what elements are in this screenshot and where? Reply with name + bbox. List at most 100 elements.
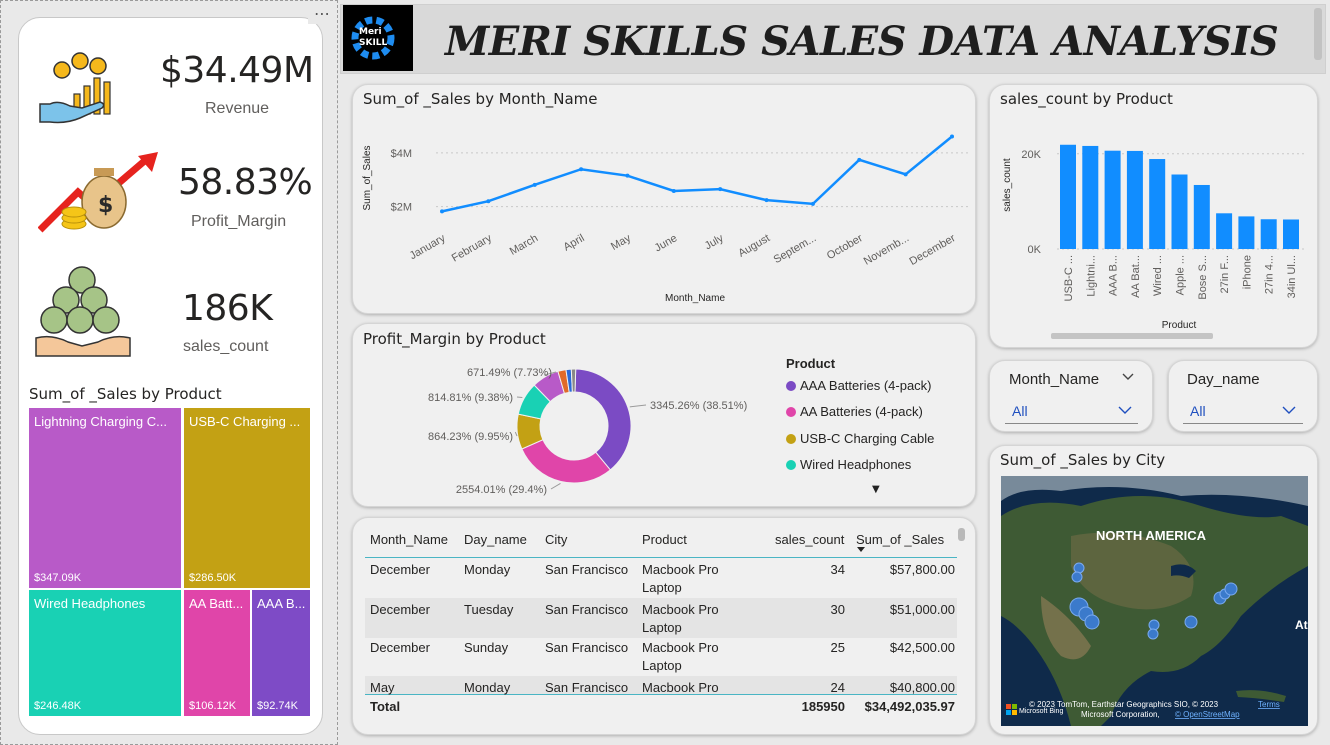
treemap-tile-usbc[interactable]: USB-C Charging ... $286.50K xyxy=(184,408,310,588)
bar-chart-x-tick: Lightni... xyxy=(1085,255,1097,297)
bar-chart-bar[interactable] xyxy=(1060,144,1076,249)
map-terms-link[interactable]: Terms xyxy=(1258,700,1280,709)
table-header-divider xyxy=(365,557,957,558)
total-sum-sales: $34,492,035.97 xyxy=(864,699,955,714)
bar-chart-scrollbar[interactable] xyxy=(1051,333,1213,339)
bar-chart-bar[interactable] xyxy=(1260,219,1277,249)
legend-item-aa[interactable]: AA Batteries (4-pack) xyxy=(786,404,923,419)
treemap-tile-wired[interactable]: Wired Headphones $246.48K xyxy=(29,590,181,716)
chevron-down-icon[interactable] xyxy=(1121,372,1135,382)
bar-chart-bar[interactable] xyxy=(1149,159,1166,249)
donut-slice[interactable] xyxy=(521,439,612,484)
line-chart[interactable]: Sum_of_Sales Month_Name $4M $2M January Feb… xyxy=(352,110,976,310)
bar-chart-y-tick: 0K xyxy=(1028,244,1042,256)
profit-margin-label: Profit_Margin xyxy=(191,213,287,230)
bar-chart-x-tick: 27in F... xyxy=(1219,255,1231,294)
line-chart-y-title: Sum_of_Sales xyxy=(362,145,373,210)
treemap-tile-aa[interactable]: AA Batt... $106.12K xyxy=(184,590,250,716)
line-chart-point[interactable] xyxy=(764,198,769,203)
sales-count-value: 186K xyxy=(182,288,273,329)
svg-text:$: $ xyxy=(98,193,113,218)
legend-item-usbc[interactable]: USB-C Charging Cable xyxy=(786,431,934,446)
line-chart-point[interactable] xyxy=(718,187,723,192)
column-header-month[interactable]: Month_Name xyxy=(370,532,448,547)
table-scrollbar[interactable] xyxy=(958,528,965,541)
line-chart-x-tick: December xyxy=(908,232,958,268)
header-scrollbar[interactable] xyxy=(1314,8,1322,60)
line-chart-x-title: Month_Name xyxy=(665,293,725,304)
donut-slice[interactable] xyxy=(570,368,577,393)
line-chart-point[interactable] xyxy=(903,172,908,177)
city-sales-map[interactable]: NORTH AMERICA At Microsoft Bing © 2023 T… xyxy=(1001,476,1308,726)
column-header-day[interactable]: Day_name xyxy=(464,532,527,547)
bar-chart-x-tick: 27in 4... xyxy=(1264,255,1276,294)
line-chart-point[interactable] xyxy=(950,134,954,139)
cell-sum-sales: $42,500.00 xyxy=(889,640,955,655)
legend-item-wired[interactable]: Wired Headphones xyxy=(786,457,911,472)
chevron-down-icon[interactable] xyxy=(1281,405,1297,415)
column-header-sum-sales[interactable]: Sum_of _Sales xyxy=(856,532,944,547)
bar-chart-y-tick: 20K xyxy=(1021,149,1041,161)
cell-product: Macbook Pro xyxy=(642,680,719,695)
sort-descending-icon[interactable] xyxy=(857,547,865,553)
cell-month: December xyxy=(370,602,430,617)
legend-scroll-down-icon[interactable]: ▼ xyxy=(872,484,880,495)
month-slicer-label: Month_Name xyxy=(1009,371,1100,388)
line-chart-point[interactable] xyxy=(486,199,491,204)
bar-chart-bar[interactable] xyxy=(1171,174,1188,249)
line-chart-point[interactable] xyxy=(625,173,630,178)
map-osm-link[interactable]: © OpenStreetMap xyxy=(1175,710,1240,719)
column-header-city[interactable]: City xyxy=(545,532,567,547)
bar-chart-x-title: Product xyxy=(1162,320,1197,331)
line-chart-point[interactable] xyxy=(810,201,815,206)
cell-product-line2: Laptop xyxy=(642,658,682,673)
line-chart-point[interactable] xyxy=(579,167,584,172)
column-header-product[interactable]: Product xyxy=(642,532,687,547)
map-edge-label: At xyxy=(1295,618,1308,632)
tile-label: USB-C Charging ... xyxy=(189,414,301,429)
line-chart-point[interactable] xyxy=(532,182,537,187)
bar-chart-bar[interactable] xyxy=(1283,219,1299,249)
legend-label: Wired Headphones xyxy=(800,457,912,472)
chevron-down-icon[interactable] xyxy=(1117,405,1133,415)
tile-value: $347.09K xyxy=(34,572,82,584)
cell-month: December xyxy=(370,562,430,577)
line-chart-point[interactable] xyxy=(671,188,676,193)
donut-data-label: 671.49% (7.73%) xyxy=(467,367,552,379)
treemap-title: Sum_of _Sales by Product xyxy=(29,385,222,403)
cell-month: December xyxy=(370,640,430,655)
tile-value: $92.74K xyxy=(257,700,298,712)
logo-text-line1: Meri xyxy=(359,27,382,37)
bar-chart-x-tick: AA Bat... xyxy=(1130,255,1142,298)
money-bag-arrow-icon: $ xyxy=(38,152,158,233)
day-slicer-label: Day_name xyxy=(1187,371,1260,388)
donut-chart[interactable]: 3345.26% (38.51%) 2554.01% (29.4%) 864.23%… xyxy=(352,323,772,507)
bar-chart-x-tick: Wired ... xyxy=(1152,255,1164,296)
column-header-sales-count[interactable]: sales_count xyxy=(775,532,844,547)
profit-margin-value: 58.83% xyxy=(178,162,313,203)
treemap-tile-aaa[interactable]: AAA B... $92.74K xyxy=(252,590,310,716)
line-chart-x-tick: February xyxy=(450,232,495,265)
treemap-tile-lightning[interactable]: Lightning Charging C... $347.09K xyxy=(29,408,181,588)
bar-chart-bar[interactable] xyxy=(1193,184,1210,249)
bar-chart-bar[interactable] xyxy=(1082,145,1099,249)
donut-slice[interactable] xyxy=(574,368,632,471)
bar-chart-x-tick: 34in Ul... xyxy=(1286,255,1298,298)
donut-leader-line xyxy=(629,404,647,408)
bar-chart-bar[interactable] xyxy=(1126,150,1143,249)
cell-city: San Francisco xyxy=(545,680,629,695)
legend-dot xyxy=(786,407,796,417)
line-chart-series[interactable] xyxy=(441,135,953,213)
cell-sum-sales: $51,000.00 xyxy=(889,602,955,617)
legend-item-aaa[interactable]: AAA Batteries (4-pack) xyxy=(786,378,932,393)
bar-chart-x-tick: iPhone xyxy=(1241,255,1253,289)
bar-chart-bar[interactable] xyxy=(1216,213,1233,249)
donut-data-label: 3345.26% (38.51%) xyxy=(650,400,747,412)
bar-chart-bar[interactable] xyxy=(1104,150,1121,249)
line-chart-point[interactable] xyxy=(857,157,862,162)
bar-chart[interactable]: sales_count Product 20K 0K USB-C ... Lightn… xyxy=(989,110,1318,348)
more-options-icon[interactable]: ⋯ xyxy=(308,4,336,24)
bar-chart-bar[interactable] xyxy=(1238,216,1255,249)
legend-dot xyxy=(786,460,796,470)
line-chart-point[interactable] xyxy=(440,209,444,214)
